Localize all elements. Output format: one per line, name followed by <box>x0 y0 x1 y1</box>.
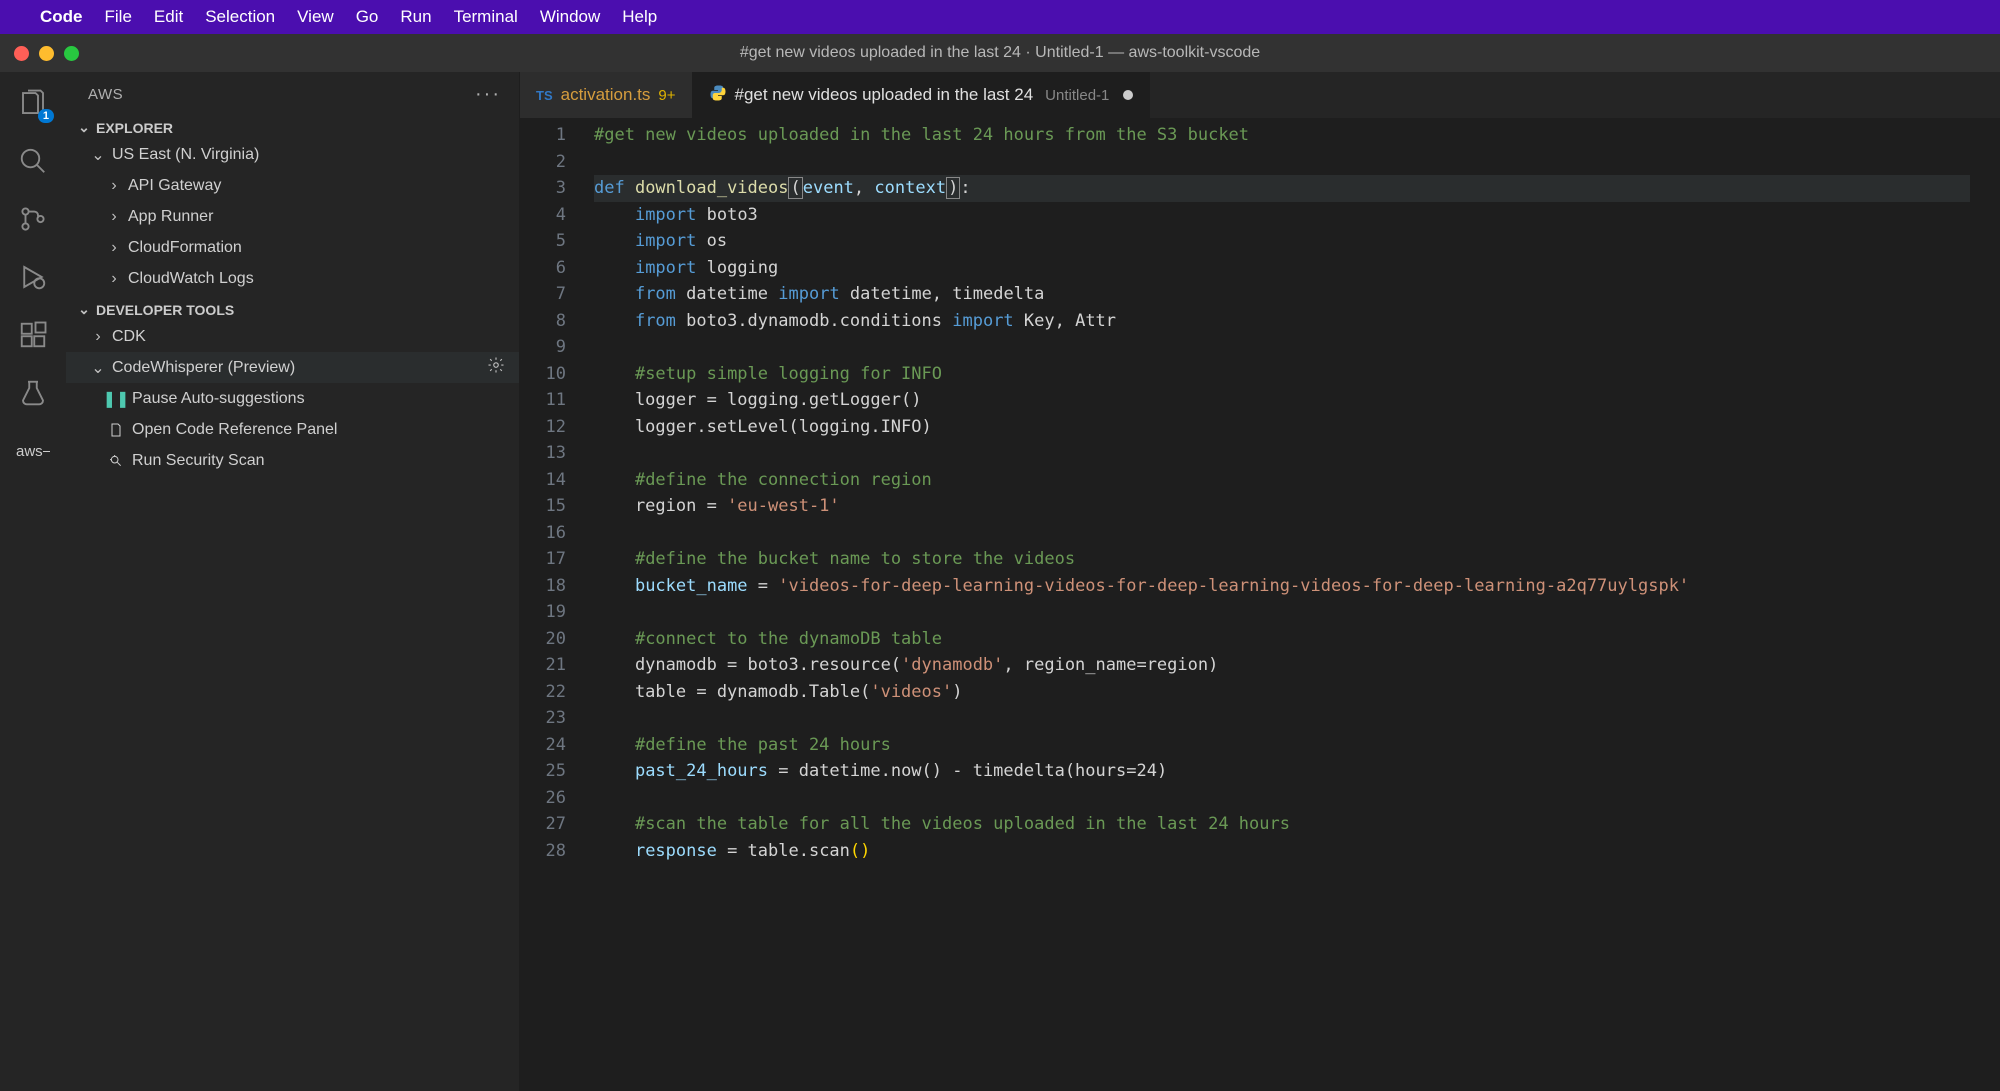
file-icon <box>106 422 126 438</box>
tab-badge: 9+ <box>658 87 675 104</box>
codewhisperer-label: CodeWhisperer (Preview) <box>112 359 295 377</box>
menu-go[interactable]: Go <box>356 7 379 27</box>
code-editor[interactable]: 1234567891011121314151617181920212223242… <box>520 118 2000 1091</box>
aws-icon[interactable]: aws <box>16 434 50 468</box>
service-label: CloudFormation <box>128 239 242 257</box>
devtools-section-header[interactable]: ⌄ DEVELOPER TOOLS <box>66 298 519 321</box>
window-titlebar: #get new videos uploaded in the last 24 … <box>0 34 2000 72</box>
modified-indicator-icon <box>1123 90 1133 100</box>
activity-bar: 1 aws <box>0 72 66 1091</box>
close-window-button[interactable] <box>14 46 29 61</box>
chevron-down-icon: ⌄ <box>90 145 106 165</box>
typescript-icon: TS <box>536 88 553 103</box>
code-content[interactable]: #get new videos uploaded in the last 24 … <box>594 122 1970 1091</box>
chevron-right-icon: › <box>106 270 122 288</box>
region-item[interactable]: ⌄ US East (N. Virginia) <box>66 139 519 170</box>
menu-run[interactable]: Run <box>400 7 431 27</box>
devtools-codewhisperer[interactable]: ⌄ CodeWhisperer (Preview) <box>66 352 519 383</box>
testing-icon[interactable] <box>16 376 50 410</box>
cw-scan-label: Run Security Scan <box>132 452 265 470</box>
service-cloudformation[interactable]: › CloudFormation <box>66 232 519 263</box>
search-icon[interactable] <box>16 144 50 178</box>
cw-ref-label: Open Code Reference Panel <box>132 421 337 439</box>
menu-window[interactable]: Window <box>540 7 600 27</box>
chevron-down-icon: ⌄ <box>90 358 106 378</box>
explorer-badge: 1 <box>38 109 54 123</box>
chevron-right-icon: › <box>106 239 122 257</box>
menu-view[interactable]: View <box>297 7 334 27</box>
sidebar: AWS ··· ⌄ EXPLORER ⌄ US East (N. Virgini… <box>66 72 520 1091</box>
cw-pause-suggestions[interactable]: ❚❚ Pause Auto-suggestions <box>66 383 519 414</box>
menu-help[interactable]: Help <box>622 7 657 27</box>
more-actions-icon[interactable]: ··· <box>475 83 501 106</box>
service-label: API Gateway <box>128 177 221 195</box>
maximize-window-button[interactable] <box>64 46 79 61</box>
cw-security-scan[interactable]: Run Security Scan <box>66 445 519 476</box>
editor-tabs: TS activation.ts 9+ #get new videos uplo… <box>520 72 2000 118</box>
tab-untitled-py[interactable]: #get new videos uploaded in the last 24 … <box>693 72 1151 118</box>
chevron-right-icon: › <box>106 177 122 195</box>
sidebar-title: AWS <box>88 86 123 103</box>
pause-icon: ❚❚ <box>106 389 126 409</box>
cw-open-reference[interactable]: Open Code Reference Panel <box>66 414 519 445</box>
region-label: US East (N. Virginia) <box>112 146 259 164</box>
explorer-section-header[interactable]: ⌄ EXPLORER <box>66 116 519 139</box>
service-label: App Runner <box>128 208 213 226</box>
menu-selection[interactable]: Selection <box>205 7 275 27</box>
cw-pause-label: Pause Auto-suggestions <box>132 390 305 408</box>
window-title: #get new videos uploaded in the last 24 … <box>740 44 1260 62</box>
minimize-window-button[interactable] <box>39 46 54 61</box>
menu-edit[interactable]: Edit <box>154 7 183 27</box>
chevron-right-icon: › <box>106 208 122 226</box>
tab-sublabel: Untitled-1 <box>1045 87 1109 104</box>
chevron-down-icon: ⌄ <box>76 119 92 136</box>
macos-menubar: Code File Edit Selection View Go Run Ter… <box>0 0 2000 34</box>
scan-icon <box>106 453 126 469</box>
chevron-down-icon: ⌄ <box>76 301 92 318</box>
devtools-cdk[interactable]: › CDK <box>66 321 519 352</box>
editor-area: TS activation.ts 9+ #get new videos uplo… <box>520 72 2000 1091</box>
gear-icon[interactable] <box>487 356 505 379</box>
minimap[interactable] <box>1970 122 2000 1091</box>
explorer-icon[interactable]: 1 <box>16 86 50 120</box>
extensions-icon[interactable] <box>16 318 50 352</box>
chevron-right-icon: › <box>90 328 106 346</box>
run-debug-icon[interactable] <box>16 260 50 294</box>
devtools-label: DEVELOPER TOOLS <box>96 302 234 318</box>
app-name[interactable]: Code <box>40 7 83 27</box>
service-label: CloudWatch Logs <box>128 270 254 288</box>
service-app-runner[interactable]: › App Runner <box>66 201 519 232</box>
explorer-label: EXPLORER <box>96 120 173 136</box>
tab-label: #get new videos uploaded in the last 24 <box>735 85 1034 105</box>
source-control-icon[interactable] <box>16 202 50 236</box>
line-number-gutter: 1234567891011121314151617181920212223242… <box>520 122 594 1091</box>
tab-label: activation.ts <box>561 85 651 105</box>
cdk-label: CDK <box>112 328 146 346</box>
menu-terminal[interactable]: Terminal <box>454 7 518 27</box>
python-icon <box>709 84 727 107</box>
service-api-gateway[interactable]: › API Gateway <box>66 170 519 201</box>
tab-activation-ts[interactable]: TS activation.ts 9+ <box>520 72 693 118</box>
service-cloudwatch-logs[interactable]: › CloudWatch Logs <box>66 263 519 294</box>
menu-file[interactable]: File <box>105 7 132 27</box>
